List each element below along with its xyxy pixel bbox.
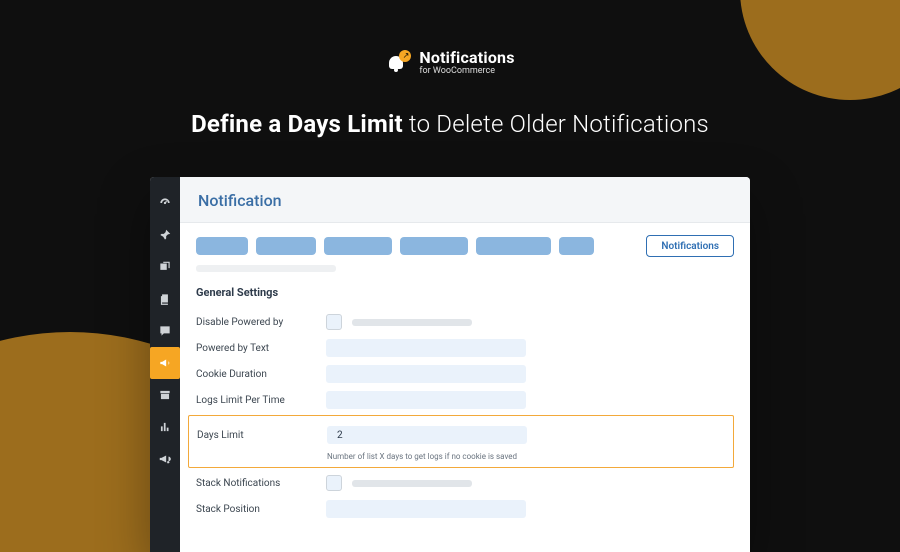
- sidebar-item-analytics[interactable]: [150, 411, 180, 443]
- field-days-limit-highlighted: Days Limit 2 Number of list X days to ge…: [188, 415, 734, 468]
- field-disable-powered-by: Disable Powered by: [196, 309, 734, 335]
- field-cookie-duration: Cookie Duration: [196, 361, 734, 387]
- admin-sidebar: [150, 177, 180, 552]
- field-powered-by-text: Powered by Text: [196, 335, 734, 361]
- tab-placeholder[interactable]: [324, 237, 392, 255]
- input-logs-limit[interactable]: [326, 391, 526, 409]
- brand-subtitle: for WooCommerce: [419, 67, 514, 76]
- media-icon: [158, 260, 172, 274]
- description-placeholder: [352, 480, 472, 487]
- sidebar-item-notifications[interactable]: [150, 347, 180, 379]
- megaphone-alt-icon: [158, 356, 172, 370]
- field-stack-notifications: Stack Notifications: [196, 470, 734, 496]
- brand-name: Notifications: [419, 50, 514, 66]
- chart-icon: [158, 420, 172, 434]
- sidebar-item-media[interactable]: [150, 251, 180, 283]
- label-logs-limit: Logs Limit Per Time: [196, 395, 326, 406]
- page-title: Notification: [180, 177, 750, 223]
- tab-placeholder[interactable]: [559, 237, 594, 255]
- megaphone-icon: [158, 452, 172, 466]
- tab-placeholder[interactable]: [256, 237, 316, 255]
- label-powered-by-text: Powered by Text: [196, 343, 326, 354]
- label-disable-powered-by: Disable Powered by: [196, 317, 326, 328]
- comment-icon: [158, 324, 172, 338]
- input-stack-position[interactable]: [326, 500, 526, 518]
- input-powered-by-text[interactable]: [326, 339, 526, 357]
- description-placeholder: [352, 319, 472, 326]
- admin-panel: Notification Notifications General Setti…: [150, 177, 750, 552]
- sidebar-item-pages[interactable]: [150, 283, 180, 315]
- sidebar-item-marketing[interactable]: [150, 443, 180, 475]
- label-stack-notifications: Stack Notifications: [196, 478, 326, 489]
- sidebar-item-dashboard[interactable]: [150, 187, 180, 219]
- tab-placeholder[interactable]: [196, 237, 248, 255]
- pages-icon: [158, 292, 172, 306]
- archive-icon: [158, 388, 172, 402]
- input-days-limit[interactable]: 2: [327, 426, 527, 444]
- brand-logo: ↗ Notifications for WooCommerce: [0, 50, 900, 76]
- gauge-icon: [158, 196, 172, 210]
- bell-icon: ↗: [385, 50, 411, 76]
- settings-tabs: Notifications: [196, 235, 734, 257]
- sidebar-item-pins[interactable]: [150, 219, 180, 251]
- sidebar-item-comments[interactable]: [150, 315, 180, 347]
- field-logs-limit: Logs Limit Per Time: [196, 387, 734, 413]
- pin-icon: [158, 228, 172, 242]
- page-headline: Define a Days Limit to Delete Older Noti…: [0, 110, 900, 138]
- section-heading: General Settings: [196, 286, 734, 299]
- tab-placeholder[interactable]: [400, 237, 468, 255]
- label-stack-position: Stack Position: [196, 504, 326, 515]
- input-cookie-duration[interactable]: [326, 365, 526, 383]
- help-days-limit: Number of list X days to get logs if no …: [327, 452, 725, 461]
- checkbox-stack-notifications[interactable]: [326, 475, 342, 491]
- checkbox-disable-powered-by[interactable]: [326, 314, 342, 330]
- tab-notifications-active[interactable]: Notifications: [646, 235, 734, 257]
- field-stack-position: Stack Position: [196, 496, 734, 522]
- label-cookie-duration: Cookie Duration: [196, 369, 326, 380]
- subnav-placeholder: [196, 265, 336, 272]
- label-days-limit: Days Limit: [197, 430, 327, 441]
- tab-placeholder[interactable]: [476, 237, 551, 255]
- sidebar-item-archive[interactable]: [150, 379, 180, 411]
